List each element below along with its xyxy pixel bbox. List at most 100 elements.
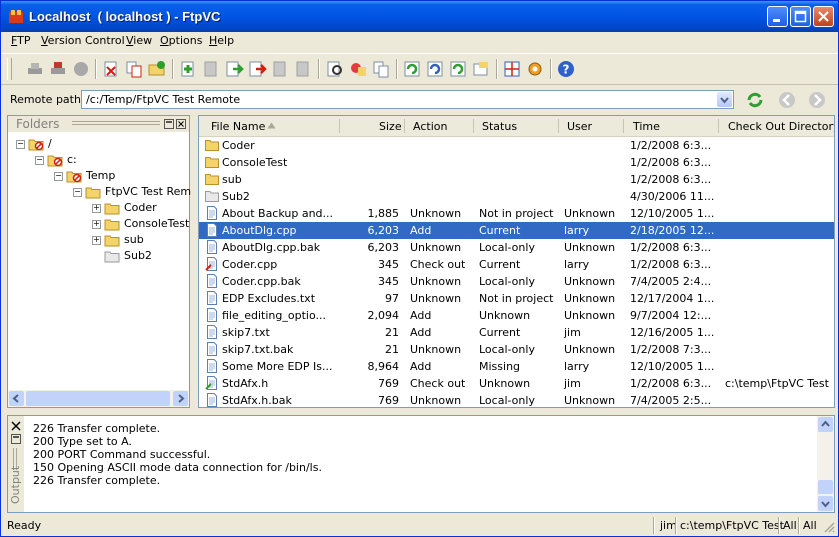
find-icon[interactable] (325, 59, 345, 79)
status-bar: Ready jim c:\temp\FtpVC Test All All (1, 516, 838, 536)
menu-help[interactable]: Help (209, 34, 234, 47)
close-button[interactable] (813, 6, 834, 27)
scroll-right-icon[interactable] (173, 391, 188, 406)
remote-path-dropdown-button[interactable] (717, 92, 732, 107)
help-icon[interactable]: ? (556, 59, 576, 79)
close-panel-icon[interactable] (176, 119, 186, 129)
label-icon[interactable] (348, 59, 368, 79)
column-size[interactable]: Size (379, 120, 402, 133)
remote-path-label: Remote path: (10, 93, 85, 106)
column-time[interactable]: Time (633, 120, 660, 133)
column-check-out-directory[interactable]: Check Out Directory (728, 120, 834, 133)
get-latest-icon[interactable] (270, 59, 290, 79)
file-cell-name: AboutDlg.cpp (222, 224, 297, 237)
file-row[interactable]: skip7.txt.bak 21 Unknown Local-only Unknown 1… (199, 341, 834, 358)
file-row[interactable]: skip7.txt 21 Add Current jim 12/16/2005 1... (199, 324, 834, 341)
file-cell-action: Check out (410, 258, 466, 271)
check-in-icon[interactable] (224, 59, 244, 79)
remove-icon[interactable] (201, 59, 221, 79)
output-vertical-scrollbar[interactable] (817, 416, 834, 512)
remote-path-value[interactable]: /c:/Temp/FtpVC Test Remote (86, 93, 240, 106)
expand-icon[interactable]: + (92, 204, 101, 213)
file-cell-name: ConsoleTest (222, 156, 288, 169)
add-icon[interactable] (178, 59, 198, 79)
tree-item[interactable]: − FtpVC Test Remo (8, 184, 191, 200)
file-cell-name: skip7.txt.bak (222, 343, 294, 356)
delete-icon[interactable] (101, 59, 121, 79)
forward-icon[interactable] (807, 90, 827, 110)
title-bar[interactable]: Localhost ( localhost ) - FtpVC (1, 1, 838, 32)
stop-icon[interactable] (71, 59, 91, 79)
resize-grip-icon[interactable] (823, 521, 835, 533)
file-cell-dir: c:\temp\FtpVC Test (725, 377, 829, 390)
folder-icon (205, 174, 219, 185)
column-action[interactable]: Action (413, 120, 447, 133)
column-file-name[interactable]: File Name (211, 120, 265, 133)
connect-icon[interactable] (25, 59, 45, 79)
file-cell-user: jim (564, 326, 581, 339)
maximize-button[interactable] (790, 6, 811, 27)
file-cell-size: 6,203 (367, 241, 400, 254)
file-row[interactable]: Coder.cpp.bak 345 Unknown Local-only Unknown… (199, 273, 834, 290)
file-row[interactable]: StdAfx.h 769 Check out Unknown jim 1/2/2008 6… (199, 375, 834, 392)
settings-icon[interactable] (471, 59, 491, 79)
file-row[interactable]: AboutDlg.cpp 6,203 Add Current larry 2/18/200… (199, 222, 834, 239)
file-row[interactable]: sub 1/2/2008 6:3... (199, 171, 834, 188)
undo-check-out-icon[interactable] (293, 59, 313, 79)
file-row[interactable]: EDP Excludes.txt 97 Unknown Not in project U… (199, 290, 834, 307)
refresh-folder-icon[interactable] (147, 59, 167, 79)
folders-title: Folders (16, 117, 60, 131)
file-row[interactable]: StdAfx.h.bak 769 Unknown Local-only Unknown 7… (199, 392, 834, 407)
check-out-icon[interactable] (247, 59, 267, 79)
menu-view[interactable]: View (126, 34, 152, 47)
file-row[interactable]: Some More EDP Is... 8,964 Add Missing larry 1… (199, 358, 834, 375)
collapse-icon[interactable]: − (54, 172, 63, 181)
file-cell-time: 7/4/2005 2:5... (630, 394, 712, 407)
expand-icon[interactable]: + (92, 236, 101, 245)
column-user[interactable]: User (567, 120, 592, 133)
expand-icon[interactable]: + (92, 220, 101, 229)
folders-horizontal-scrollbar[interactable] (8, 390, 189, 407)
grid-icon[interactable] (502, 59, 522, 79)
file-icon (207, 359, 217, 373)
back-icon[interactable] (777, 90, 797, 110)
file-row[interactable]: file_editing_optio... 2,094 Add Unknown Unkn… (199, 307, 834, 324)
file-cell-size: 2,094 (367, 309, 400, 322)
disconnect-icon[interactable] (48, 59, 68, 79)
file-row[interactable]: About Backup and... 1,885 Unknown Not in pr… (199, 205, 834, 222)
status-directory: c:\temp\FtpVC Test (680, 519, 784, 532)
menu-version-control[interactable]: Version Control (41, 34, 125, 47)
file-row[interactable]: AboutDlg.cpp.bak 6,203 Unknown Local-only Un… (199, 239, 834, 256)
scroll-thumb[interactable] (26, 391, 170, 406)
history-icon[interactable] (425, 59, 445, 79)
properties-icon[interactable] (448, 59, 468, 79)
scroll-left-icon[interactable] (9, 391, 24, 406)
collapse-icon[interactable]: − (35, 156, 44, 165)
refresh-icon[interactable] (745, 90, 765, 110)
toolbar-grip[interactable] (7, 58, 12, 80)
scroll-up-icon[interactable] (818, 417, 833, 432)
output-scroll-thumb[interactable] (818, 480, 833, 494)
collapse-icon[interactable]: − (16, 140, 25, 149)
remote-path-combo[interactable]: /c:/Temp/FtpVC Test Remote (81, 90, 734, 109)
minimize-button[interactable] (767, 6, 788, 27)
remote-path-bar: Remote path: /c:/Temp/FtpVC Test Remote (1, 85, 838, 113)
column-status[interactable]: Status (482, 120, 517, 133)
collapse-icon[interactable]: − (73, 188, 82, 197)
pin-output-icon[interactable] (11, 434, 21, 444)
scroll-down-icon[interactable] (818, 496, 833, 511)
menu-ftp[interactable]: FTP (11, 34, 31, 47)
copy-icon[interactable] (124, 59, 144, 79)
file-row[interactable]: Sub2 4/30/2006 11... (199, 188, 834, 205)
file-row[interactable]: Coder 1/2/2008 6:3... (199, 137, 834, 154)
compare-icon[interactable] (371, 59, 391, 79)
gear-icon[interactable] (525, 59, 545, 79)
file-row[interactable]: ConsoleTest 1/2/2008 6:3... (199, 154, 834, 171)
menu-options[interactable]: Options (160, 34, 202, 47)
close-output-icon[interactable] (11, 421, 21, 431)
pin-icon[interactable] (164, 119, 174, 129)
output-line: 150 Opening ASCII mode data connection f… (33, 461, 322, 474)
file-cell-name: StdAfx.h (222, 377, 269, 390)
sync-icon[interactable] (402, 59, 422, 79)
file-row[interactable]: Coder.cpp 345 Check out Current larry 1/2/200… (199, 256, 834, 273)
